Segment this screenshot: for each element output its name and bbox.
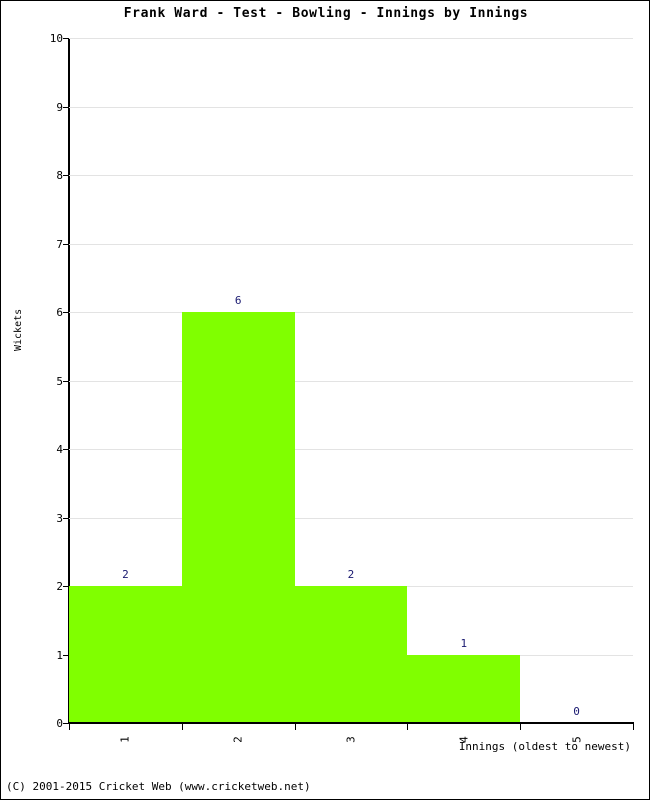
bowling-innings-chart: Frank Ward - Test - Bowling - Innings by… <box>0 0 650 800</box>
y-axis-tick-mark <box>63 243 69 245</box>
x-axis-tick-label: 3 <box>344 736 358 743</box>
x-axis-tick-label: 2 <box>231 736 245 743</box>
x-axis-tick-label: 1 <box>118 736 132 743</box>
y-axis-tick-label: 7 <box>56 237 63 251</box>
x-axis-line <box>68 722 634 724</box>
x-axis-tick-mark <box>294 723 296 730</box>
gridline <box>69 106 633 108</box>
gridline <box>69 243 633 245</box>
x-axis-tick-mark <box>633 723 634 730</box>
bar <box>407 654 521 723</box>
x-axis-tick-mark <box>181 723 183 730</box>
plot-area: 2 6 2 1 0 <box>63 38 633 724</box>
y-axis-tick-label: 1 <box>56 648 63 662</box>
y-axis-tick-label: 2 <box>56 580 63 593</box>
gridline <box>69 38 633 39</box>
footer-copyright: (C) 2001-2015 Cricket Web (www.cricketwe… <box>6 780 311 793</box>
gridline <box>69 380 633 382</box>
y-axis-tick-labels: 0 1 2 3 4 5 6 7 8 9 10 <box>41 33 63 729</box>
y-axis-tick-label: 3 <box>56 511 63 525</box>
y-axis-tick-mark <box>63 106 69 108</box>
y-axis-tick-label: 8 <box>56 169 63 182</box>
x-axis-tick-mark <box>69 723 70 730</box>
y-axis-tick-label: 6 <box>56 306 63 319</box>
bar <box>181 312 295 723</box>
bar <box>69 586 182 723</box>
gridline <box>69 449 633 450</box>
bar <box>294 586 408 723</box>
x-axis-tick-mark <box>520 723 522 730</box>
y-axis-tick-mark <box>63 312 69 313</box>
gridline <box>69 175 633 176</box>
y-axis-tick-label: 10 <box>49 32 63 45</box>
bar-value-label: 0 <box>573 705 580 718</box>
y-axis-tick-mark <box>63 517 69 519</box>
y-axis-tick-label: 9 <box>56 100 63 114</box>
chart-title: Frank Ward - Test - Bowling - Innings by… <box>123 6 529 21</box>
y-axis-title: Wickets <box>13 308 24 351</box>
x-axis-title: Innings (oldest to newest) <box>458 740 631 753</box>
gridline <box>69 517 633 519</box>
bar-value-label: 2 <box>122 568 129 581</box>
y-axis-tick-label: 4 <box>56 443 63 456</box>
bar-value-label: 6 <box>234 294 242 307</box>
y-axis-tick-mark <box>63 449 69 450</box>
bar-value-label: 1 <box>460 636 468 650</box>
y-axis-tick-label: 0 <box>56 717 63 730</box>
y-axis-tick-mark <box>63 175 69 176</box>
bar-value-label: 2 <box>347 568 355 581</box>
y-axis-tick-mark <box>63 38 69 39</box>
y-axis-tick-label: 5 <box>56 374 63 388</box>
x-axis-tick-mark <box>407 723 409 730</box>
y-axis-tick-mark <box>63 380 69 382</box>
gridline <box>69 312 633 313</box>
